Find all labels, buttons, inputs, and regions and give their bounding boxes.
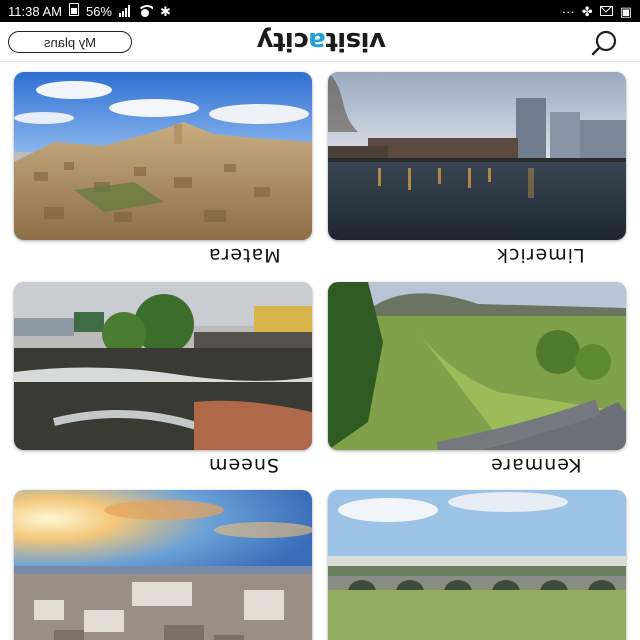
city-image-matera bbox=[14, 72, 312, 240]
search-button[interactable] bbox=[584, 27, 624, 57]
battery-percent: 56% bbox=[85, 3, 112, 19]
city-card-bridge[interactable] bbox=[328, 490, 626, 640]
city-image-bridge bbox=[328, 490, 626, 640]
status-right-group: ··· ✤ ▣ bbox=[562, 5, 632, 18]
time-text: 11:38 AM bbox=[8, 3, 62, 19]
mail-icon bbox=[599, 6, 613, 16]
city-card-sneem[interactable] bbox=[14, 282, 312, 450]
city-card-matera[interactable] bbox=[14, 72, 312, 240]
city-name-kenmare[interactable]: Kenmare bbox=[490, 454, 581, 476]
city-image-cork bbox=[14, 490, 312, 640]
my-plans-button[interactable]: My plans bbox=[8, 31, 132, 53]
city-card-cork[interactable] bbox=[14, 490, 312, 640]
wifi-icon bbox=[137, 5, 153, 17]
bluetooth-icon: ✱ bbox=[160, 3, 171, 19]
city-image-sneem bbox=[14, 282, 312, 450]
my-plans-label: My plans bbox=[43, 34, 97, 50]
city-name-matera[interactable]: Matera bbox=[208, 244, 281, 266]
logo-accent: a bbox=[308, 26, 326, 56]
city-image-limerick bbox=[328, 72, 626, 240]
battery-icon bbox=[68, 3, 79, 19]
app-header: My plans visitacity bbox=[0, 22, 640, 62]
city-name-limerick[interactable]: Limerick bbox=[496, 244, 585, 266]
city-image-kenmare bbox=[328, 282, 626, 450]
logo-part-2: city bbox=[256, 26, 309, 56]
city-card-limerick[interactable] bbox=[328, 72, 626, 240]
visitacity-logo: visitacity bbox=[240, 26, 402, 56]
logo-part-1: visit bbox=[325, 26, 386, 56]
gallery-icon: ▣ bbox=[619, 3, 632, 19]
fan-icon: ✤ bbox=[581, 3, 593, 19]
city-name-sneem[interactable]: Sneem bbox=[208, 454, 279, 476]
status-left-group: 11:38 AM 56% ✱ bbox=[8, 3, 171, 19]
signal-icon bbox=[119, 5, 130, 17]
status-bar: 11:38 AM 56% ✱ ··· ✤ ▣ bbox=[0, 0, 640, 22]
search-icon bbox=[591, 30, 617, 56]
city-card-kenmare[interactable] bbox=[328, 282, 626, 450]
more-dots: ··· bbox=[561, 3, 575, 19]
